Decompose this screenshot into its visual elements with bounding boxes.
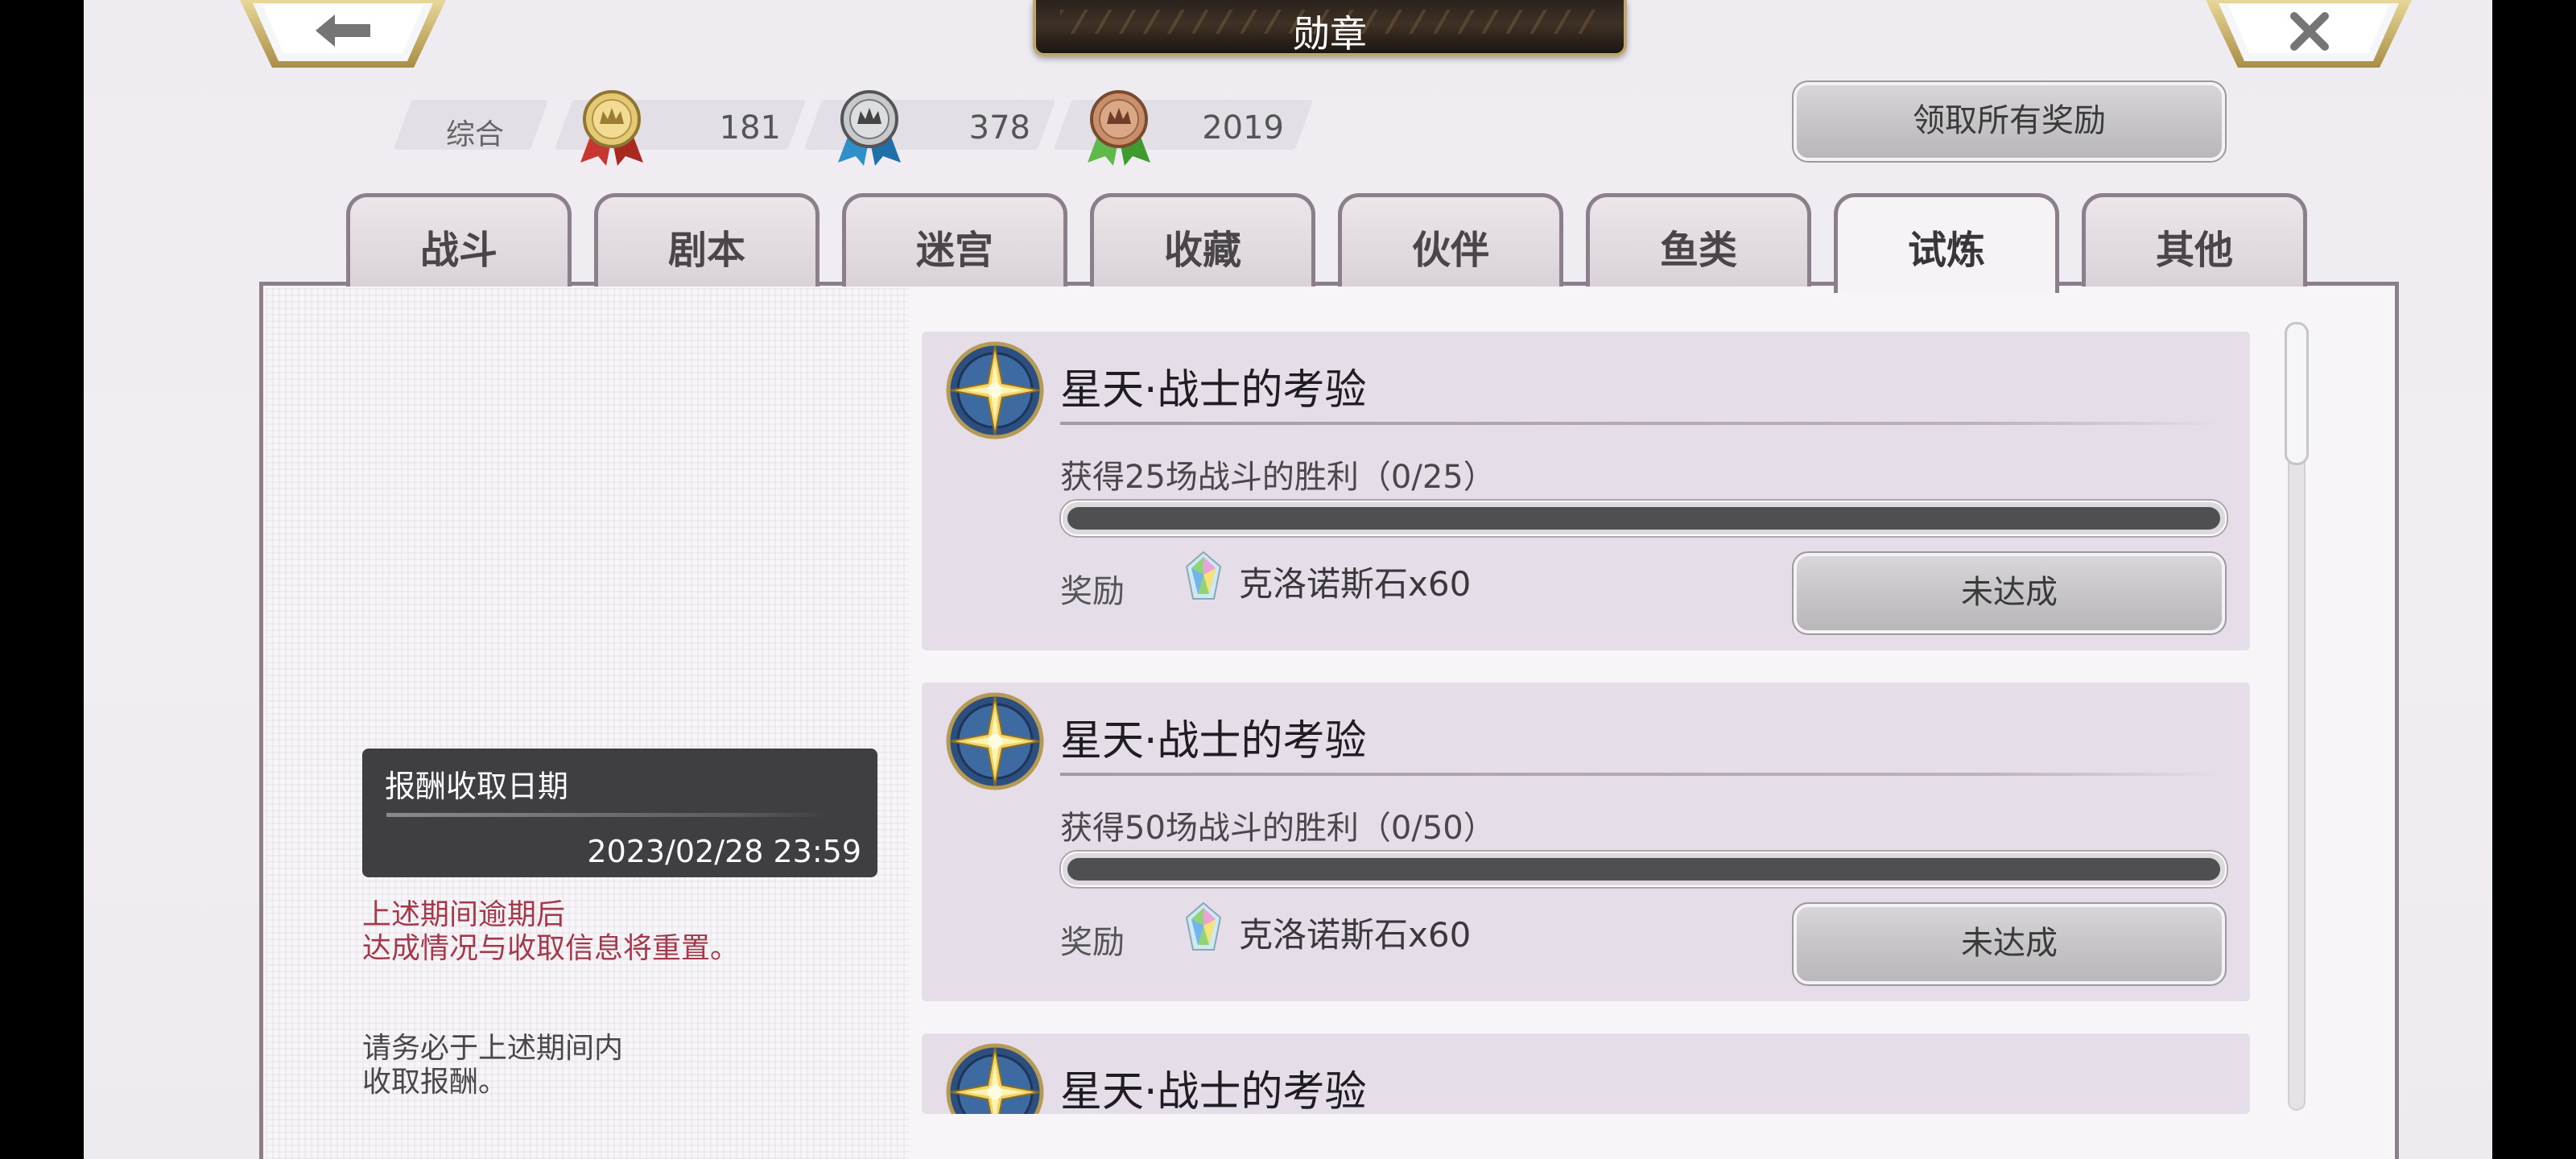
quest-card: 星天·战士的考验 获得50场战斗的胜利（0/50） 奖励 克洛诺斯石x60 未达… [922, 683, 2250, 1001]
claim-note: 请务必于上述期间内 收取报酬。 [362, 1032, 623, 1099]
reward-label: 奖励 [1060, 573, 1125, 610]
quest-title-divider [1060, 422, 2219, 425]
gold-count: 181 [719, 109, 781, 146]
reward-label: 奖励 [1060, 924, 1125, 961]
tab-battle[interactable]: 战斗 [346, 193, 572, 287]
claim-note-line: 收取报酬。 [362, 1066, 508, 1099]
chronos-stone-icon [1183, 551, 1224, 602]
panel-pattern [266, 288, 910, 1159]
overall-label: 综合 [445, 118, 504, 151]
tab-fish[interactable]: 鱼类 [1586, 193, 1811, 287]
medal-screen: 勋章 综合 181 378 2019 领取所有奖励 战斗 剧本 迷宫 收藏 伙伴… [0, 0, 2576, 1159]
tab-label: 收藏 [1163, 228, 1241, 273]
reward-item: 克洛诺斯石x60 [1239, 915, 1472, 955]
claim-note-line: 请务必于上述期间内 [362, 1032, 624, 1065]
date-divider [386, 813, 829, 817]
bronze-medal-icon [1083, 89, 1155, 166]
tab-label: 迷宫 [915, 228, 993, 273]
date-label: 报酬收取日期 [385, 769, 569, 804]
scrollbar-thumb[interactable] [2285, 322, 2309, 465]
arrow-left-icon [316, 14, 370, 47]
tab-story[interactable]: 剧本 [594, 193, 819, 287]
status-button[interactable]: 未达成 [1792, 551, 2227, 635]
star-compass-emblem-icon [946, 692, 1044, 790]
tab-trial[interactable]: 试炼 [1834, 193, 2059, 293]
quest-card: 星天·战士的考验 [922, 1033, 2250, 1114]
tab-collection[interactable]: 收藏 [1090, 193, 1315, 287]
close-button[interactable] [2204, 0, 2413, 69]
reward-date-box: 报酬收取日期 2023/02/28 23:59 [362, 749, 877, 877]
close-x-icon [2290, 12, 2329, 51]
tab-label: 鱼类 [1659, 228, 1737, 273]
quest-card: 星天·战士的考验 获得25场战斗的胜利（0/25） 奖励 克洛诺斯石x60 未达… [922, 332, 2250, 650]
quest-title: 星天·战士的考验 [1060, 366, 1367, 415]
quest-title: 星天·战士的考验 [1060, 1068, 1367, 1114]
tab-maze[interactable]: 迷宫 [842, 193, 1067, 287]
back-button[interactable] [238, 0, 448, 69]
tab-label: 试炼 [1907, 228, 1985, 273]
gold-medal-icon [576, 89, 648, 166]
claim-all-button[interactable]: 领取所有奖励 [1792, 80, 2227, 163]
quest-title-divider [1060, 773, 2219, 776]
silver-count: 378 [968, 109, 1030, 146]
quest-progress-bar [1061, 852, 2227, 887]
chronos-stone-icon [1183, 901, 1224, 953]
bronze-count: 2019 [1202, 109, 1284, 146]
quest-description: 获得25场战斗的胜利（0/25） [1060, 459, 1496, 496]
tab-label: 剧本 [667, 228, 745, 273]
date-value: 2023/02/28 23:59 [587, 834, 861, 869]
tab-label: 其他 [2155, 228, 2233, 273]
tab-other[interactable]: 其他 [2082, 193, 2307, 287]
page-title: 勋章 [1293, 12, 1367, 56]
quest-progress-bar [1061, 501, 2227, 536]
reward-item: 克洛诺斯石x60 [1239, 564, 1472, 604]
reset-warning: 上述期间逾期后 达成情况与收取信息将重置。 [362, 898, 739, 966]
tab-label: 战斗 [419, 228, 497, 273]
reset-warning-line: 达成情况与收取信息将重置。 [362, 932, 740, 965]
tab-label: 伙伴 [1411, 228, 1489, 273]
silver-medal-icon [833, 89, 906, 166]
quest-description: 获得50场战斗的胜利（0/50） [1060, 810, 1496, 847]
star-compass-emblem-icon [946, 341, 1044, 439]
quest-title: 星天·战士的考验 [1060, 717, 1367, 765]
title-bar: 勋章 [1033, 0, 1627, 56]
star-compass-emblem-icon [946, 1043, 1044, 1114]
progress-track [1067, 858, 2220, 881]
status-button[interactable]: 未达成 [1792, 902, 2227, 986]
progress-track [1067, 507, 2220, 530]
tab-companion[interactable]: 伙伴 [1338, 193, 1563, 287]
reset-warning-line: 上述期间逾期后 [362, 898, 566, 931]
